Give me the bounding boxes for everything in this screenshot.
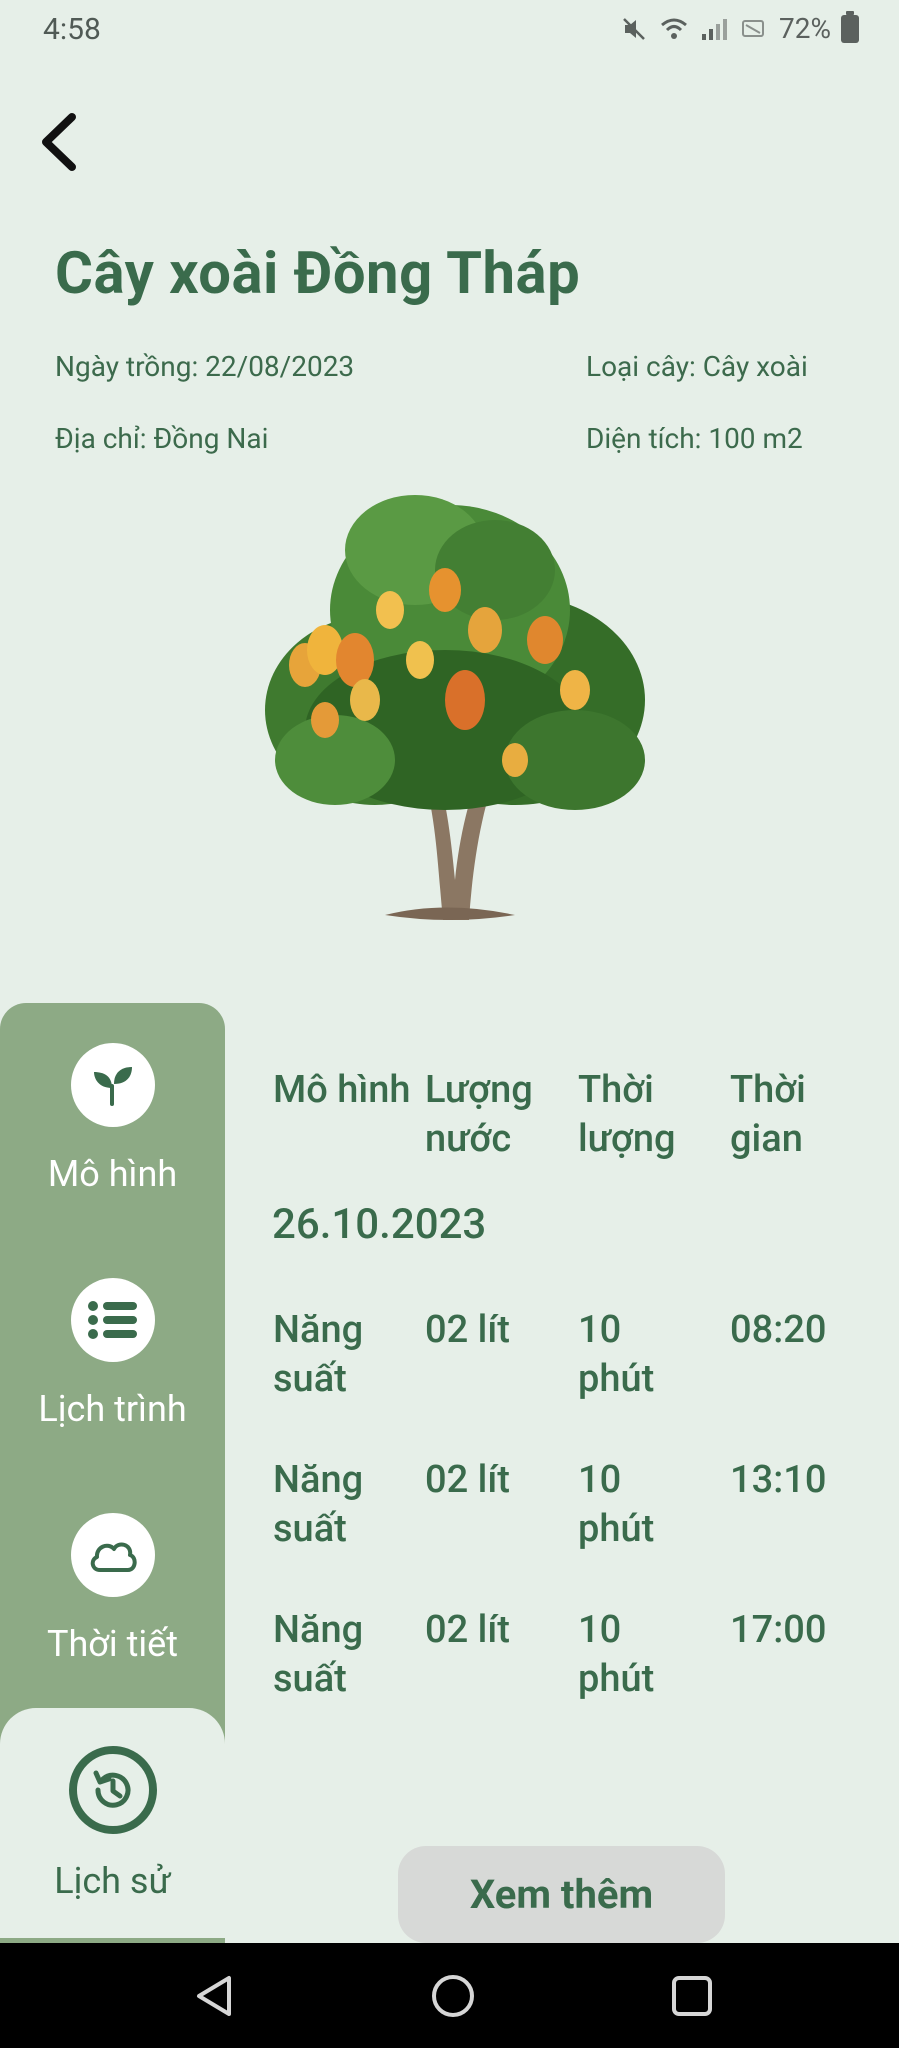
column-header-time: Thời gian <box>730 1068 806 1161</box>
history-date: 26.10.2023 <box>272 1200 487 1249</box>
sidebar-item-label: Thời tiết <box>47 1623 178 1665</box>
battery-percent: 72% <box>779 12 831 45</box>
sidebar-item-schedule[interactable]: Lịch trình <box>0 1278 225 1430</box>
sim-icon <box>739 14 769 44</box>
list-icon <box>70 1278 155 1362</box>
tree-type: Loại cây: Cây xoài <box>586 350 808 383</box>
table-cell-model: Năng suất <box>273 1608 364 1701</box>
sidebar-item-label: Mô hình <box>47 1153 178 1195</box>
column-header-water: Lượng nước <box>425 1068 533 1161</box>
table-cell-duration: 10 phút <box>578 1608 655 1701</box>
recents-nav-button[interactable] <box>667 1971 717 2021</box>
sprout-icon <box>70 1043 155 1127</box>
mango-tree-image <box>265 495 645 920</box>
status-icons: 72% <box>619 10 859 45</box>
planted-date: Ngày trồng: 22/08/2023 <box>55 350 355 383</box>
cloud-icon <box>70 1513 155 1597</box>
sidebar-item-history[interactable]: Lịch sử <box>0 1708 225 1938</box>
area: Diện tích: 100 m2 <box>586 422 803 455</box>
status-time: 4:58 <box>43 12 101 47</box>
chevron-left-icon <box>42 113 76 171</box>
table-cell-duration: 10 phút <box>578 1458 655 1551</box>
table-cell-model: Năng suất <box>273 1308 364 1401</box>
back-nav-button[interactable] <box>190 1971 240 2021</box>
table-cell-water: 02 lít <box>425 1458 510 1502</box>
table-cell-duration: 10 phút <box>578 1308 655 1401</box>
mute-icon <box>619 14 649 44</box>
sidebar-item-label: Lịch sử <box>54 1860 171 1902</box>
signal-icon <box>699 14 729 44</box>
wifi-icon <box>659 14 689 44</box>
column-header-model: Mô hình <box>273 1068 411 1112</box>
status-bar: 4:58 72% <box>0 0 899 64</box>
sidebar-item-weather[interactable]: Thời tiết <box>0 1513 225 1665</box>
system-navigation-bar <box>0 1943 899 2048</box>
table-cell-water: 02 lít <box>425 1308 510 1352</box>
battery-icon <box>841 10 859 43</box>
page-title: Cây xoài Đồng Tháp <box>55 240 581 308</box>
sidebar-item-model[interactable]: Mô hình <box>0 1043 225 1195</box>
table-cell-model: Năng suất <box>273 1458 364 1551</box>
sidebar-item-label: Lịch trình <box>38 1388 187 1430</box>
circle-home-icon <box>432 1975 474 2017</box>
home-nav-button[interactable] <box>428 1971 478 2021</box>
back-button[interactable] <box>34 112 84 172</box>
column-header-duration: Thời lượng <box>578 1068 676 1161</box>
table-cell-time: 17:00 <box>730 1608 827 1652</box>
table-cell-water: 02 lít <box>425 1608 510 1652</box>
address: Địa chỉ: Đồng Nai <box>55 422 269 455</box>
history-icon <box>68 1746 157 1834</box>
square-recents-icon <box>672 1976 712 2016</box>
triangle-back-icon <box>197 1976 231 2016</box>
table-cell-time: 08:20 <box>730 1308 827 1352</box>
table-cell-time: 13:10 <box>730 1458 827 1502</box>
see-more-button[interactable]: Xem thêm <box>398 1846 725 1943</box>
